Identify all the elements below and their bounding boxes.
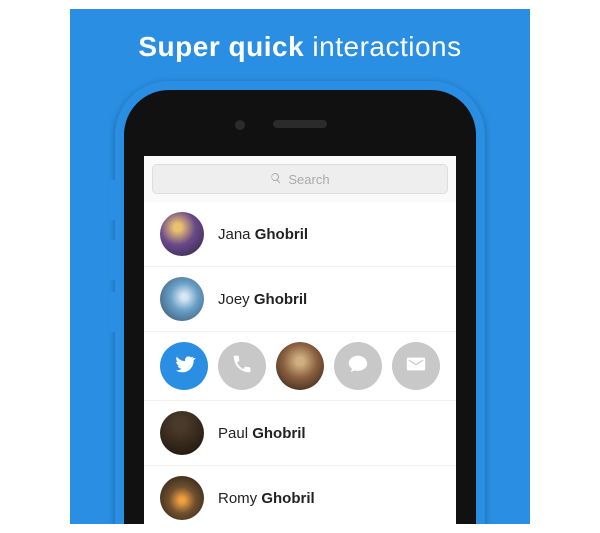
list-item[interactable]: Romy Ghobril bbox=[144, 466, 456, 524]
avatar bbox=[160, 476, 204, 520]
mail-icon bbox=[405, 353, 427, 380]
contact-name: Romy Ghobril bbox=[218, 490, 315, 507]
list-item[interactable]: Joey Ghobril bbox=[144, 267, 456, 332]
promo-title-rest: interactions bbox=[304, 31, 461, 62]
avatar bbox=[160, 212, 204, 256]
twitter-button[interactable] bbox=[160, 342, 208, 390]
twitter-icon bbox=[172, 352, 196, 381]
promo-title-strong: Super quick bbox=[138, 31, 304, 62]
phone-icon bbox=[231, 353, 253, 380]
message-button[interactable] bbox=[334, 342, 382, 390]
list-item[interactable]: Paul Ghobril bbox=[144, 401, 456, 466]
contact-name: Jana Ghobril bbox=[218, 226, 308, 243]
avatar bbox=[160, 411, 204, 455]
promo-title: Super quick interactions bbox=[70, 31, 530, 63]
call-button[interactable] bbox=[218, 342, 266, 390]
contact-list: Jana Ghobril Joey Ghobril bbox=[144, 202, 456, 524]
app-screen: Search Jana Ghobril Joey Ghobril bbox=[144, 156, 456, 524]
search-input[interactable]: Search bbox=[152, 164, 448, 194]
quick-actions-row bbox=[144, 332, 456, 401]
promo-card: Super quick interactions Search Jana Gho… bbox=[70, 9, 530, 524]
phone-speaker bbox=[273, 120, 327, 128]
email-button[interactable] bbox=[392, 342, 440, 390]
chat-icon bbox=[347, 353, 369, 380]
avatar bbox=[160, 277, 204, 321]
avatar bbox=[276, 342, 324, 390]
search-icon bbox=[270, 172, 282, 187]
profile-button[interactable] bbox=[276, 342, 324, 390]
contact-name: Paul Ghobril bbox=[218, 425, 306, 442]
contact-name: Joey Ghobril bbox=[218, 291, 307, 308]
phone-camera bbox=[235, 120, 245, 130]
list-item[interactable]: Jana Ghobril bbox=[144, 202, 456, 267]
search-placeholder: Search bbox=[288, 172, 329, 187]
phone-frame: Search Jana Ghobril Joey Ghobril bbox=[115, 81, 485, 524]
